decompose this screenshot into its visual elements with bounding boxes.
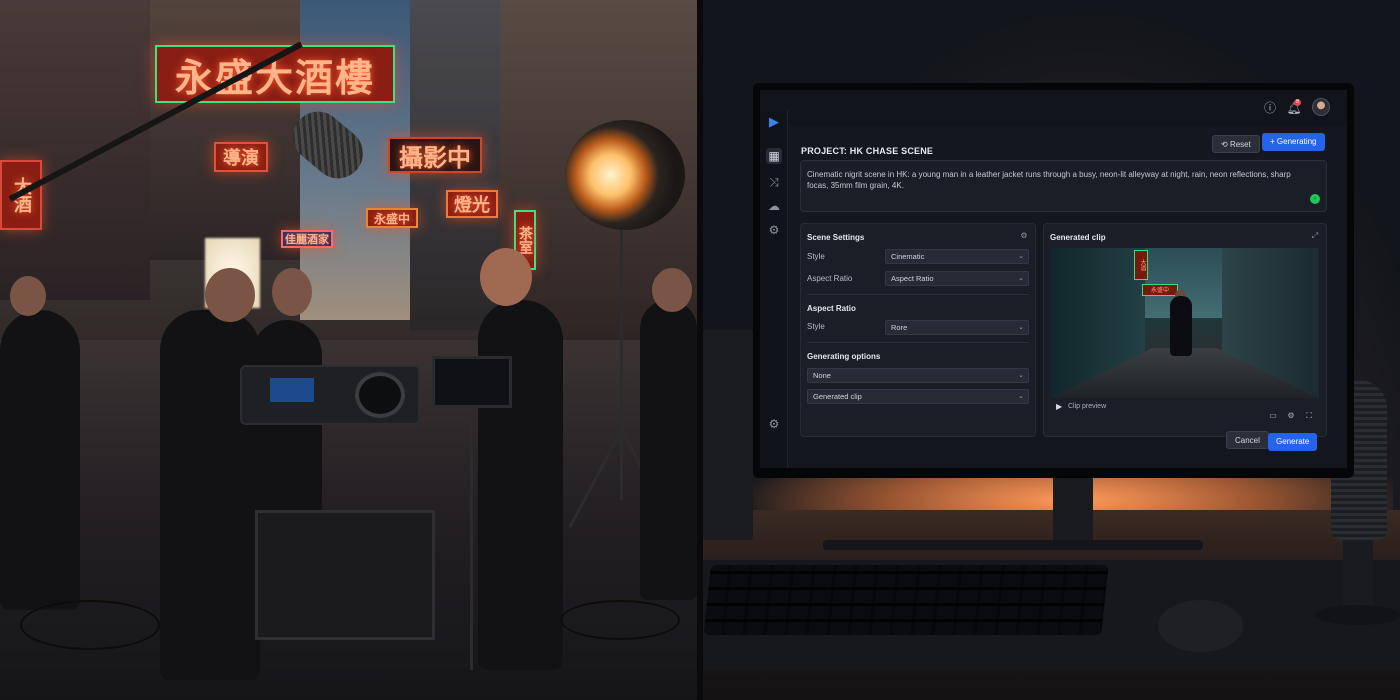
film-light xyxy=(565,120,685,230)
style-label-2: Style xyxy=(807,322,825,331)
chevron-down-icon: ⌄ xyxy=(1018,324,1024,331)
building-left xyxy=(0,0,150,300)
generating-button[interactable]: + Generating xyxy=(1262,133,1325,151)
clip-caption: Clip preview xyxy=(1068,403,1107,410)
clip-neon-sign: 大酒 xyxy=(1134,250,1148,280)
settings-icon[interactable]: ⚙ xyxy=(766,416,782,432)
speaker xyxy=(703,330,753,540)
divider xyxy=(807,342,1029,343)
app-topbar xyxy=(760,90,1347,126)
generate-button[interactable]: Generate xyxy=(1268,433,1318,451)
gear-icon[interactable]: ⚙ xyxy=(1019,231,1029,241)
reset-button[interactable]: ⟲ Reset xyxy=(1212,135,1260,153)
divider xyxy=(807,294,1029,295)
generating-label: Generating xyxy=(1276,137,1317,146)
neon-sign-blue: 佳麗酒家 xyxy=(281,230,333,248)
camera-dolly xyxy=(255,510,435,640)
mouse xyxy=(1158,600,1243,652)
expand-icon[interactable]: ⤢ xyxy=(1310,231,1320,241)
neon-sign-lighting: 燈光 xyxy=(446,190,498,218)
microphone-stand xyxy=(1343,540,1373,610)
shuffle-icon[interactable]: ⤨ xyxy=(766,174,782,190)
clip-runner xyxy=(1170,296,1192,356)
crew-head xyxy=(480,248,532,306)
crew-member-sound xyxy=(0,310,80,610)
aspect-ratio-value: Aspect Ratio xyxy=(891,274,934,283)
logo-icon[interactable]: ▶ xyxy=(766,114,782,130)
building-left-2 xyxy=(150,0,300,260)
crew-head xyxy=(10,276,46,316)
notification-badge: 8 xyxy=(1294,99,1301,106)
chevron-down-icon: ⌄ xyxy=(1018,372,1024,379)
style-value: Cinematic xyxy=(891,252,925,261)
clip-controls: ▶ Clip preview xyxy=(1050,400,1319,414)
style-label: Style xyxy=(807,252,825,261)
avatar[interactable] xyxy=(1312,98,1330,116)
crew-head xyxy=(272,268,312,316)
info-icon[interactable]: ⓘ xyxy=(1262,100,1278,116)
clip-preview-image[interactable]: 大酒 永盛中 xyxy=(1050,248,1319,398)
style-select[interactable]: Cinematic ⌄ xyxy=(885,249,1029,264)
chevron-down-icon: ⌄ xyxy=(1018,275,1024,282)
clip-neon-sign: 永盛中 xyxy=(1142,284,1178,296)
generating-option-select-1[interactable]: None ⌄ xyxy=(807,368,1029,383)
generating-options-title: Generating options xyxy=(807,352,881,361)
aspect-ratio-label: Aspect Ratio xyxy=(807,274,853,283)
crew-head xyxy=(205,268,255,322)
check-icon[interactable]: ● xyxy=(1310,194,1320,204)
neon-sign-filming: 攝影中 xyxy=(388,137,482,173)
chevron-down-icon: ⌄ xyxy=(1018,253,1024,260)
monitor-base xyxy=(823,540,1203,550)
style-value-2: Rore xyxy=(891,323,908,332)
generated-clip-panel: Generated clip ⤢ 大酒 永盛中 ▶ Clip preview ▭… xyxy=(1043,223,1327,437)
fullscreen-icon[interactable]: ⛶ xyxy=(1304,411,1314,421)
film-set-photo: 永盛大酒樓 攝影中 導演 燈光 永盛中 佳麗酒家 大酒 茶室 xyxy=(0,0,697,700)
aspect-ratio-select[interactable]: Aspect Ratio ⌄ xyxy=(885,271,1029,286)
crew-head xyxy=(652,268,692,312)
prompt-input[interactable]: Cinematic nigrit scene in HK: a young ma… xyxy=(800,160,1327,212)
light-stand xyxy=(620,230,623,500)
crew-member-grip xyxy=(640,300,697,600)
sidebar-rail: ▶ ▦ ⤨ ☁ ⚙ ⚙ xyxy=(760,110,788,468)
caption-icon[interactable]: ▭ xyxy=(1268,411,1278,421)
reset-icon: ⟲ xyxy=(1221,140,1230,149)
cable-coil xyxy=(20,600,160,650)
chevron-down-icon: ⌄ xyxy=(1018,393,1024,400)
cancel-button[interactable]: Cancel xyxy=(1226,431,1269,449)
monitor-neck xyxy=(1053,470,1093,540)
scene-settings-title: Scene Settings xyxy=(807,233,865,242)
generating-option-select-2[interactable]: Generated clip ⌄ xyxy=(807,389,1029,404)
gear-icon[interactable]: ⚙ xyxy=(766,222,782,238)
cable-coil xyxy=(560,600,680,640)
play-icon[interactable]: ▶ xyxy=(1056,402,1062,411)
option-value-2: Generated clip xyxy=(813,392,862,401)
option-value-1: None xyxy=(813,371,831,380)
style-select-2[interactable]: Rore ⌄ xyxy=(885,320,1029,335)
keyboard xyxy=(703,565,1109,635)
page-title: PROJECT: HK CHASE SCENE xyxy=(801,146,934,156)
monitor-stand-pole xyxy=(470,410,473,670)
grid-icon[interactable]: ▦ xyxy=(766,148,782,164)
camera-screen xyxy=(270,378,314,402)
reset-label: Reset xyxy=(1229,140,1251,149)
field-monitor xyxy=(432,356,512,408)
neon-sign-small: 永盛中 xyxy=(366,208,418,228)
settings-icon[interactable]: ⚙ xyxy=(1286,411,1296,421)
generated-clip-title: Generated clip xyxy=(1050,233,1106,242)
microphone-foot xyxy=(1315,605,1400,625)
app-window: ▶ ▦ ⤨ ☁ ⚙ ⚙ ⓘ 🔔︎ 8 PROJECT: HK CHASE SCE… xyxy=(760,90,1347,468)
aspect-ratio-section-title: Aspect Ratio xyxy=(807,304,856,313)
cloud-icon[interactable]: ☁ xyxy=(766,198,782,214)
neon-sign-director: 導演 xyxy=(214,142,268,172)
scene-settings-panel: Scene Settings ⚙ Style Cinematic ⌄ Aspect… xyxy=(800,223,1036,437)
plus-icon: + xyxy=(1270,137,1277,146)
camera-lens xyxy=(355,372,405,418)
